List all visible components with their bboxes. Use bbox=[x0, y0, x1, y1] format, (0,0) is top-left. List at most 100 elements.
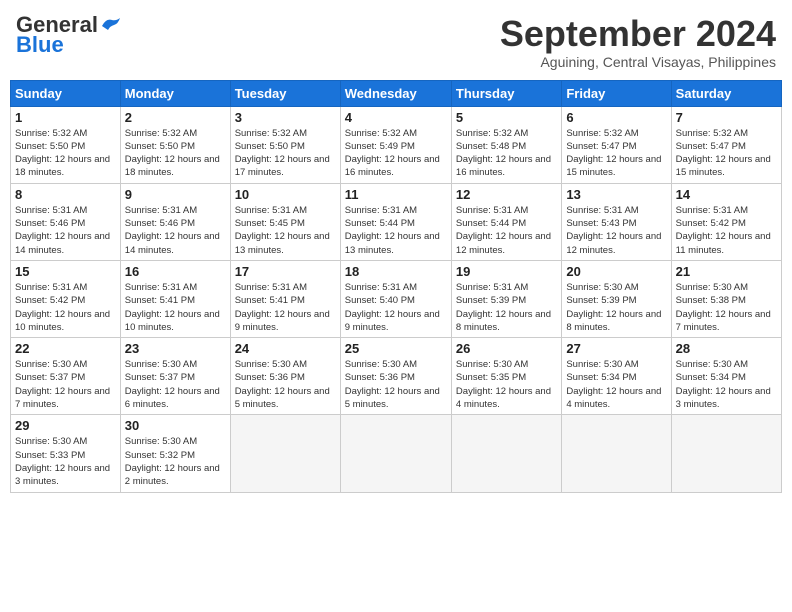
calendar-cell: 25 Sunrise: 5:30 AMSunset: 5:36 PMDayligh… bbox=[340, 338, 451, 415]
day-info: Sunrise: 5:31 AMSunset: 5:44 PMDaylight:… bbox=[345, 204, 447, 257]
col-wednesday: Wednesday bbox=[340, 80, 451, 106]
day-info: Sunrise: 5:31 AMSunset: 5:46 PMDaylight:… bbox=[125, 204, 226, 257]
day-info: Sunrise: 5:30 AMSunset: 5:32 PMDaylight:… bbox=[125, 435, 226, 488]
calendar-cell bbox=[230, 415, 340, 492]
day-number: 9 bbox=[125, 187, 226, 202]
calendar-cell: 27Sunrise: 5:30 AMSunset: 5:34 PMDayligh… bbox=[562, 338, 671, 415]
col-tuesday: Tuesday bbox=[230, 80, 340, 106]
calendar-cell: 13 Sunrise: 5:31 AMSunset: 5:43 PMDayligh… bbox=[562, 183, 671, 260]
day-number: 11 bbox=[345, 187, 447, 202]
location: Aguining, Central Visayas, Philippines bbox=[500, 54, 776, 70]
logo-bird-icon bbox=[100, 16, 122, 34]
calendar-cell: 29 Sunrise: 5:30 AMSunset: 5:33 PMDayligh… bbox=[11, 415, 121, 492]
calendar-cell bbox=[451, 415, 561, 492]
calendar-cell: 3 Sunrise: 5:32 AMSunset: 5:50 PMDaylight… bbox=[230, 106, 340, 183]
calendar-header-row: Sunday Monday Tuesday Wednesday Thursday… bbox=[11, 80, 782, 106]
calendar-cell: 15Sunrise: 5:31 AMSunset: 5:42 PMDayligh… bbox=[11, 260, 121, 337]
calendar-cell: 1Sunrise: 5:32 AMSunset: 5:50 PMDaylight… bbox=[11, 106, 121, 183]
day-info: Sunrise: 5:32 AMSunset: 5:47 PMDaylight:… bbox=[676, 127, 777, 180]
day-number: 20 bbox=[566, 264, 666, 279]
col-friday: Friday bbox=[562, 80, 671, 106]
day-number: 18 bbox=[345, 264, 447, 279]
calendar-week-row: 22 Sunrise: 5:30 AMSunset: 5:37 PMDayligh… bbox=[11, 338, 782, 415]
day-info: Sunrise: 5:31 AMSunset: 5:46 PMDaylight:… bbox=[15, 204, 116, 257]
calendar-cell: 24Sunrise: 5:30 AMSunset: 5:36 PMDayligh… bbox=[230, 338, 340, 415]
col-sunday: Sunday bbox=[11, 80, 121, 106]
page-header: General Blue September 2024 Aguining, Ce… bbox=[10, 10, 782, 74]
day-info: Sunrise: 5:30 AMSunset: 5:36 PMDaylight:… bbox=[345, 358, 447, 411]
logo-blue: Blue bbox=[16, 34, 64, 56]
day-info: Sunrise: 5:31 AMSunset: 5:45 PMDaylight:… bbox=[235, 204, 336, 257]
calendar-cell: 23 Sunrise: 5:30 AMSunset: 5:37 PMDayligh… bbox=[120, 338, 230, 415]
col-monday: Monday bbox=[120, 80, 230, 106]
day-info: Sunrise: 5:32 AMSunset: 5:49 PMDaylight:… bbox=[345, 127, 447, 180]
calendar-week-row: 8 Sunrise: 5:31 AMSunset: 5:46 PMDaylight… bbox=[11, 183, 782, 260]
day-info: Sunrise: 5:30 AMSunset: 5:34 PMDaylight:… bbox=[676, 358, 777, 411]
day-info: Sunrise: 5:30 AMSunset: 5:34 PMDaylight:… bbox=[566, 358, 666, 411]
calendar-cell: 10 Sunrise: 5:31 AMSunset: 5:45 PMDayligh… bbox=[230, 183, 340, 260]
day-number: 26 bbox=[456, 341, 557, 356]
day-number: 8 bbox=[15, 187, 116, 202]
day-number: 12 bbox=[456, 187, 557, 202]
calendar-week-row: 1Sunrise: 5:32 AMSunset: 5:50 PMDaylight… bbox=[11, 106, 782, 183]
day-info: Sunrise: 5:30 AMSunset: 5:37 PMDaylight:… bbox=[15, 358, 116, 411]
day-info: Sunrise: 5:31 AMSunset: 5:42 PMDaylight:… bbox=[676, 204, 777, 257]
day-number: 6 bbox=[566, 110, 666, 125]
calendar-cell: 5 Sunrise: 5:32 AMSunset: 5:48 PMDaylight… bbox=[451, 106, 561, 183]
calendar-cell bbox=[671, 415, 781, 492]
calendar-cell: 18 Sunrise: 5:31 AMSunset: 5:40 PMDayligh… bbox=[340, 260, 451, 337]
day-info: Sunrise: 5:32 AMSunset: 5:48 PMDaylight:… bbox=[456, 127, 557, 180]
day-number: 10 bbox=[235, 187, 336, 202]
day-info: Sunrise: 5:31 AMSunset: 5:44 PMDaylight:… bbox=[456, 204, 557, 257]
day-info: Sunrise: 5:30 AMSunset: 5:39 PMDaylight:… bbox=[566, 281, 666, 334]
col-saturday: Saturday bbox=[671, 80, 781, 106]
calendar-cell: 22 Sunrise: 5:30 AMSunset: 5:37 PMDayligh… bbox=[11, 338, 121, 415]
day-info: Sunrise: 5:30 AMSunset: 5:37 PMDaylight:… bbox=[125, 358, 226, 411]
day-number: 14 bbox=[676, 187, 777, 202]
day-number: 13 bbox=[566, 187, 666, 202]
day-number: 3 bbox=[235, 110, 336, 125]
day-number: 21 bbox=[676, 264, 777, 279]
day-info: Sunrise: 5:32 AMSunset: 5:50 PMDaylight:… bbox=[235, 127, 336, 180]
day-number: 22 bbox=[15, 341, 116, 356]
calendar-cell bbox=[340, 415, 451, 492]
day-info: Sunrise: 5:30 AMSunset: 5:38 PMDaylight:… bbox=[676, 281, 777, 334]
day-number: 15 bbox=[15, 264, 116, 279]
calendar-cell: 16Sunrise: 5:31 AMSunset: 5:41 PMDayligh… bbox=[120, 260, 230, 337]
calendar-week-row: 15Sunrise: 5:31 AMSunset: 5:42 PMDayligh… bbox=[11, 260, 782, 337]
calendar-cell: 26Sunrise: 5:30 AMSunset: 5:35 PMDayligh… bbox=[451, 338, 561, 415]
calendar-cell: 12 Sunrise: 5:31 AMSunset: 5:44 PMDayligh… bbox=[451, 183, 561, 260]
calendar-cell: 11 Sunrise: 5:31 AMSunset: 5:44 PMDayligh… bbox=[340, 183, 451, 260]
day-number: 5 bbox=[456, 110, 557, 125]
day-info: Sunrise: 5:30 AMSunset: 5:36 PMDaylight:… bbox=[235, 358, 336, 411]
day-info: Sunrise: 5:31 AMSunset: 5:39 PMDaylight:… bbox=[456, 281, 557, 334]
day-number: 23 bbox=[125, 341, 226, 356]
col-thursday: Thursday bbox=[451, 80, 561, 106]
day-info: Sunrise: 5:32 AMSunset: 5:47 PMDaylight:… bbox=[566, 127, 666, 180]
day-info: Sunrise: 5:32 AMSunset: 5:50 PMDaylight:… bbox=[15, 127, 116, 180]
day-number: 4 bbox=[345, 110, 447, 125]
day-number: 29 bbox=[15, 418, 116, 433]
calendar-week-row: 29 Sunrise: 5:30 AMSunset: 5:33 PMDayligh… bbox=[11, 415, 782, 492]
day-info: Sunrise: 5:30 AMSunset: 5:33 PMDaylight:… bbox=[15, 435, 116, 488]
day-info: Sunrise: 5:31 AMSunset: 5:41 PMDaylight:… bbox=[235, 281, 336, 334]
day-info: Sunrise: 5:31 AMSunset: 5:43 PMDaylight:… bbox=[566, 204, 666, 257]
logo: General Blue bbox=[16, 14, 122, 56]
day-number: 25 bbox=[345, 341, 447, 356]
calendar-cell bbox=[562, 415, 671, 492]
day-info: Sunrise: 5:31 AMSunset: 5:40 PMDaylight:… bbox=[345, 281, 447, 334]
day-number: 2 bbox=[125, 110, 226, 125]
calendar-cell: 8 Sunrise: 5:31 AMSunset: 5:46 PMDaylight… bbox=[11, 183, 121, 260]
day-info: Sunrise: 5:32 AMSunset: 5:50 PMDaylight:… bbox=[125, 127, 226, 180]
day-number: 7 bbox=[676, 110, 777, 125]
calendar-cell: 2 Sunrise: 5:32 AMSunset: 5:50 PMDaylight… bbox=[120, 106, 230, 183]
calendar-cell: 6 Sunrise: 5:32 AMSunset: 5:47 PMDaylight… bbox=[562, 106, 671, 183]
month-title: September 2024 bbox=[500, 14, 776, 54]
calendar-cell: 17 Sunrise: 5:31 AMSunset: 5:41 PMDayligh… bbox=[230, 260, 340, 337]
day-number: 30 bbox=[125, 418, 226, 433]
day-number: 28 bbox=[676, 341, 777, 356]
day-number: 17 bbox=[235, 264, 336, 279]
calendar-cell: 20 Sunrise: 5:30 AMSunset: 5:39 PMDayligh… bbox=[562, 260, 671, 337]
day-info: Sunrise: 5:31 AMSunset: 5:41 PMDaylight:… bbox=[125, 281, 226, 334]
calendar-cell: 21 Sunrise: 5:30 AMSunset: 5:38 PMDayligh… bbox=[671, 260, 781, 337]
